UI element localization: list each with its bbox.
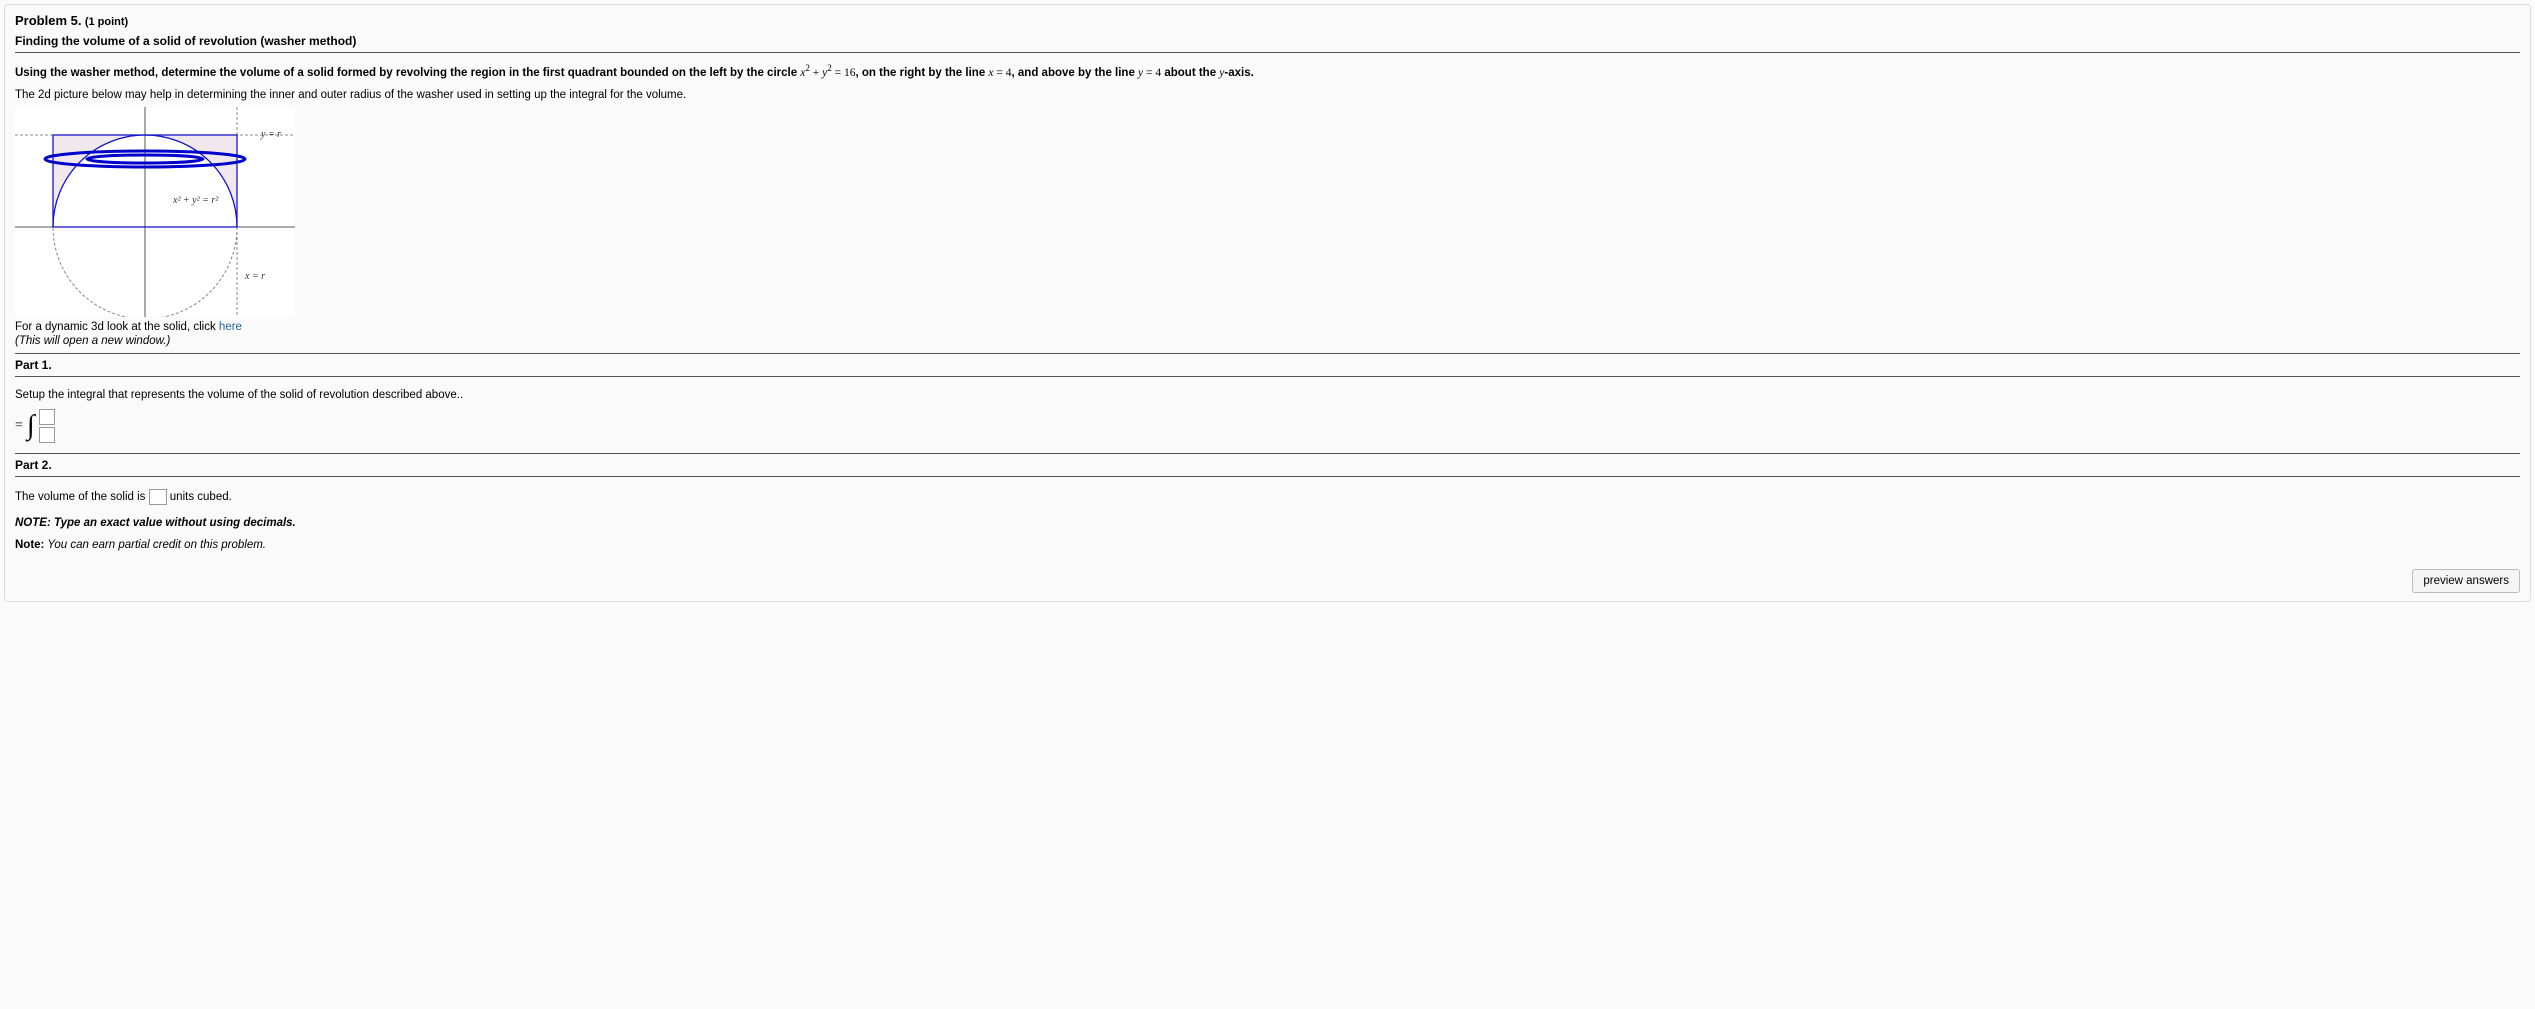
volume-input[interactable] [149, 489, 167, 505]
helper-text: The 2d picture below may help in determi… [15, 89, 2520, 101]
preview-answers-button[interactable]: preview answers [2412, 569, 2520, 593]
eq-circle: x2 + y2 = 16 [800, 67, 855, 79]
problem-container: Problem 5. (1 point) Finding the volume … [4, 4, 2531, 602]
link-3d-row: For a dynamic 3d look at the solid, clic… [15, 321, 2520, 333]
part-2-header: Part 2. [15, 453, 2520, 477]
note-partial: Note: You can earn partial credit on thi… [15, 539, 2520, 551]
lower-limit-input[interactable] [39, 427, 55, 443]
instruction: Using the washer method, determine the v… [15, 63, 2520, 79]
problem-subtitle: Finding the volume of a solid of revolut… [15, 34, 2520, 53]
volume-row: The volume of the solid is units cubed. [15, 489, 2520, 505]
setup-text: Setup the integral that represents the v… [15, 389, 2520, 401]
problem-points: (1 point) [85, 16, 128, 28]
instr-end-pre: about the [1161, 67, 1219, 79]
vol-pre: The volume of the solid is [15, 491, 149, 503]
title-row: Problem 5. (1 point) [15, 13, 2520, 28]
instr-mid1: , on the right by the line [856, 67, 989, 79]
integral-limits [39, 409, 55, 443]
fig-label-circle: x² + y² = r² [172, 195, 219, 206]
eq-x: x = 4 [988, 67, 1011, 79]
button-row: preview answers [15, 569, 2520, 593]
equals-sign: = [15, 418, 23, 434]
instr-mid2: , and above by the line [1012, 67, 1139, 79]
link-pre: For a dynamic 3d look at the solid, clic… [15, 321, 219, 333]
eq-y: y = 4 [1138, 67, 1161, 79]
upper-limit-input[interactable] [39, 409, 55, 425]
instr-pre: Using the washer method, determine the v… [15, 67, 800, 79]
vol-post: units cubed. [167, 491, 232, 503]
fig-label-xr: x = r [244, 271, 265, 282]
integral-setup: = ∫ [15, 409, 2520, 443]
integral-icon: ∫ [27, 412, 35, 440]
instr-end: -axis. [1224, 67, 1253, 79]
link-note: (This will open a new window.) [15, 335, 2520, 347]
note-exact: NOTE: Type an exact value without using … [15, 517, 2520, 529]
problem-title: Problem 5. [15, 13, 81, 28]
figure-2d: y = r x² + y² = r² x = r [15, 107, 295, 317]
fig-label-yr: y = r [260, 129, 281, 140]
note-partial-text: You can earn partial credit on this prob… [44, 539, 266, 551]
note-label: Note: [15, 539, 44, 551]
part-1-header: Part 1. [15, 353, 2520, 377]
link-here[interactable]: here [219, 321, 242, 333]
